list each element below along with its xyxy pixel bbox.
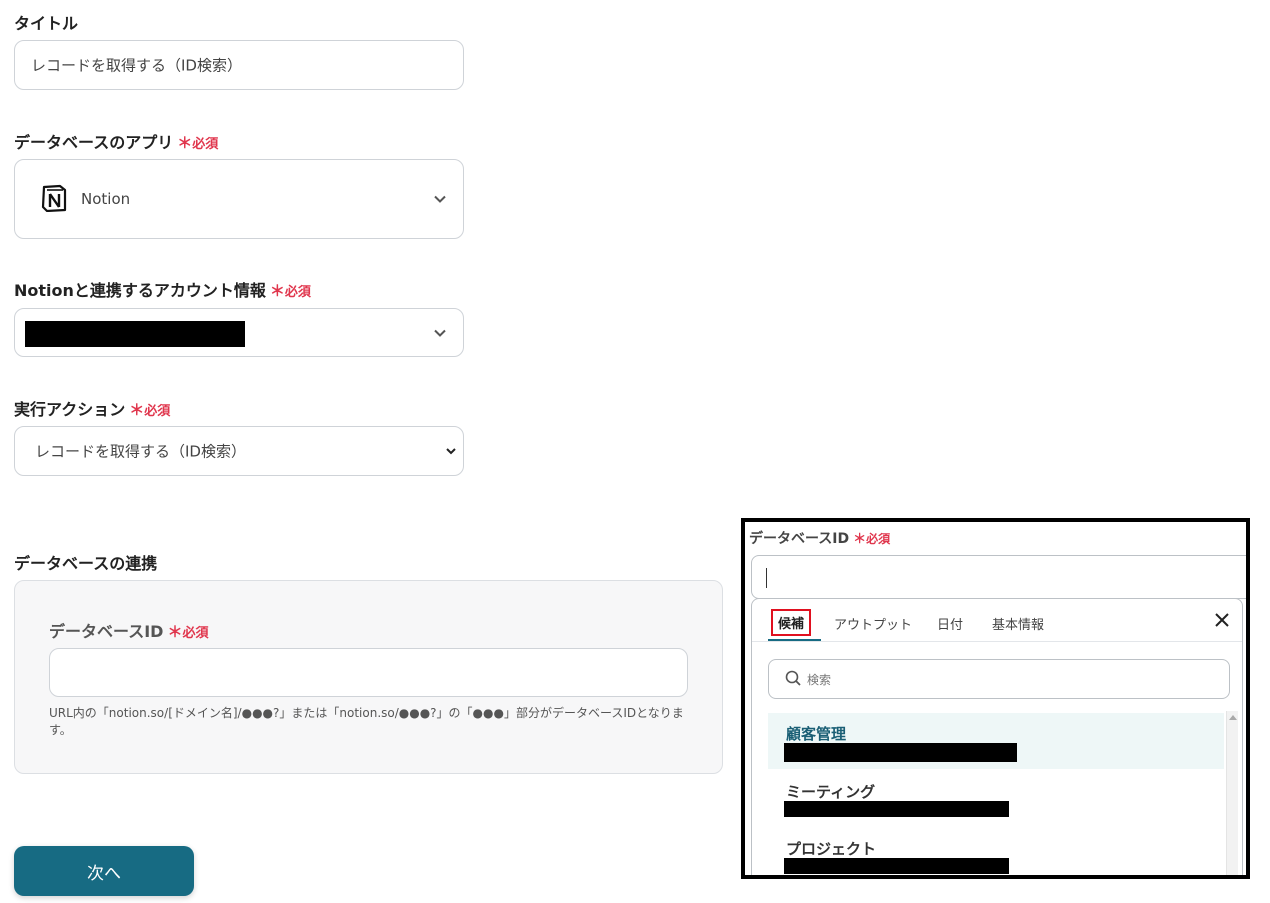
tab-date[interactable]: 日付 bbox=[937, 614, 963, 633]
scrollbar[interactable] bbox=[1226, 711, 1238, 875]
db-link-panel: データベースID ＊必須 URL内の「notion.so/[ドメイン名]/●●●?… bbox=[14, 580, 723, 774]
list-item[interactable]: プロジェクト bbox=[768, 828, 1224, 875]
suggestion-search-input[interactable]: 検索 bbox=[768, 659, 1230, 699]
inset-db-id-label: データベースID ＊必須 bbox=[749, 531, 891, 547]
list-item-title: プロジェクト bbox=[786, 840, 877, 858]
close-icon[interactable] bbox=[1214, 612, 1230, 628]
chevron-down-icon bbox=[434, 329, 446, 337]
list-item-title: ミーティング bbox=[786, 783, 876, 801]
search-icon bbox=[785, 670, 801, 686]
next-button[interactable]: 次へ bbox=[14, 846, 194, 896]
notion-logo-icon bbox=[41, 184, 67, 212]
redacted-id bbox=[784, 743, 1017, 762]
action-select[interactable]: レコードを取得する（ID検索） bbox=[14, 426, 464, 476]
text-caret bbox=[766, 568, 767, 588]
account-label: Notionと連携するアカウント情報 ＊必須 bbox=[14, 281, 311, 300]
chevron-down-icon bbox=[446, 448, 456, 455]
db-app-value: Notion bbox=[81, 190, 131, 208]
title-input[interactable]: レコードを取得する（ID検索） bbox=[14, 40, 464, 90]
db-id-input[interactable] bbox=[49, 648, 688, 697]
redacted-id bbox=[784, 858, 1009, 874]
scroll-up-arrow-icon[interactable] bbox=[1229, 715, 1237, 720]
action-label: 実行アクション ＊必須 bbox=[14, 400, 171, 419]
redacted-id bbox=[784, 801, 1009, 817]
redacted-account bbox=[25, 321, 245, 347]
tab-output[interactable]: アウトプット bbox=[834, 614, 912, 633]
db-id-help-text: URL内の「notion.so/[ドメイン名]/●●●?」または「notion.… bbox=[49, 706, 684, 737]
title-label: タイトル bbox=[14, 14, 79, 33]
db-id-label: データベースID ＊必須 bbox=[49, 622, 209, 641]
tab-basic-info[interactable]: 基本情報 bbox=[992, 614, 1044, 633]
db-id-dropdown-inset: データベースID ＊必須 候補 アウトプット 日付 基本情報 検索 顧客管理 ミー… bbox=[741, 518, 1250, 879]
inset-db-id-input[interactable] bbox=[751, 555, 1246, 599]
list-item-title: 顧客管理 bbox=[786, 725, 847, 743]
account-select[interactable] bbox=[14, 308, 464, 357]
suggestion-dropdown: 候補 アウトプット 日付 基本情報 検索 顧客管理 ミーティング プロジェクト bbox=[751, 598, 1243, 875]
chevron-down-icon bbox=[434, 195, 446, 203]
tab-divider bbox=[752, 641, 1242, 642]
list-item[interactable]: 顧客管理 bbox=[768, 713, 1224, 769]
action-value: レコードを取得する（ID検索） bbox=[35, 442, 246, 461]
tab-suggestions[interactable]: 候補 bbox=[771, 609, 812, 636]
db-app-label: データベースのアプリ ＊必須 bbox=[14, 133, 219, 152]
title-input-value: レコードを取得する（ID検索） bbox=[31, 56, 242, 75]
active-tab-indicator bbox=[768, 639, 821, 641]
search-placeholder: 検索 bbox=[807, 673, 832, 687]
list-item[interactable]: ミーティング bbox=[768, 771, 1224, 827]
db-link-section-title: データベースの連携 bbox=[14, 554, 158, 573]
db-app-select[interactable]: Notion bbox=[14, 159, 464, 239]
